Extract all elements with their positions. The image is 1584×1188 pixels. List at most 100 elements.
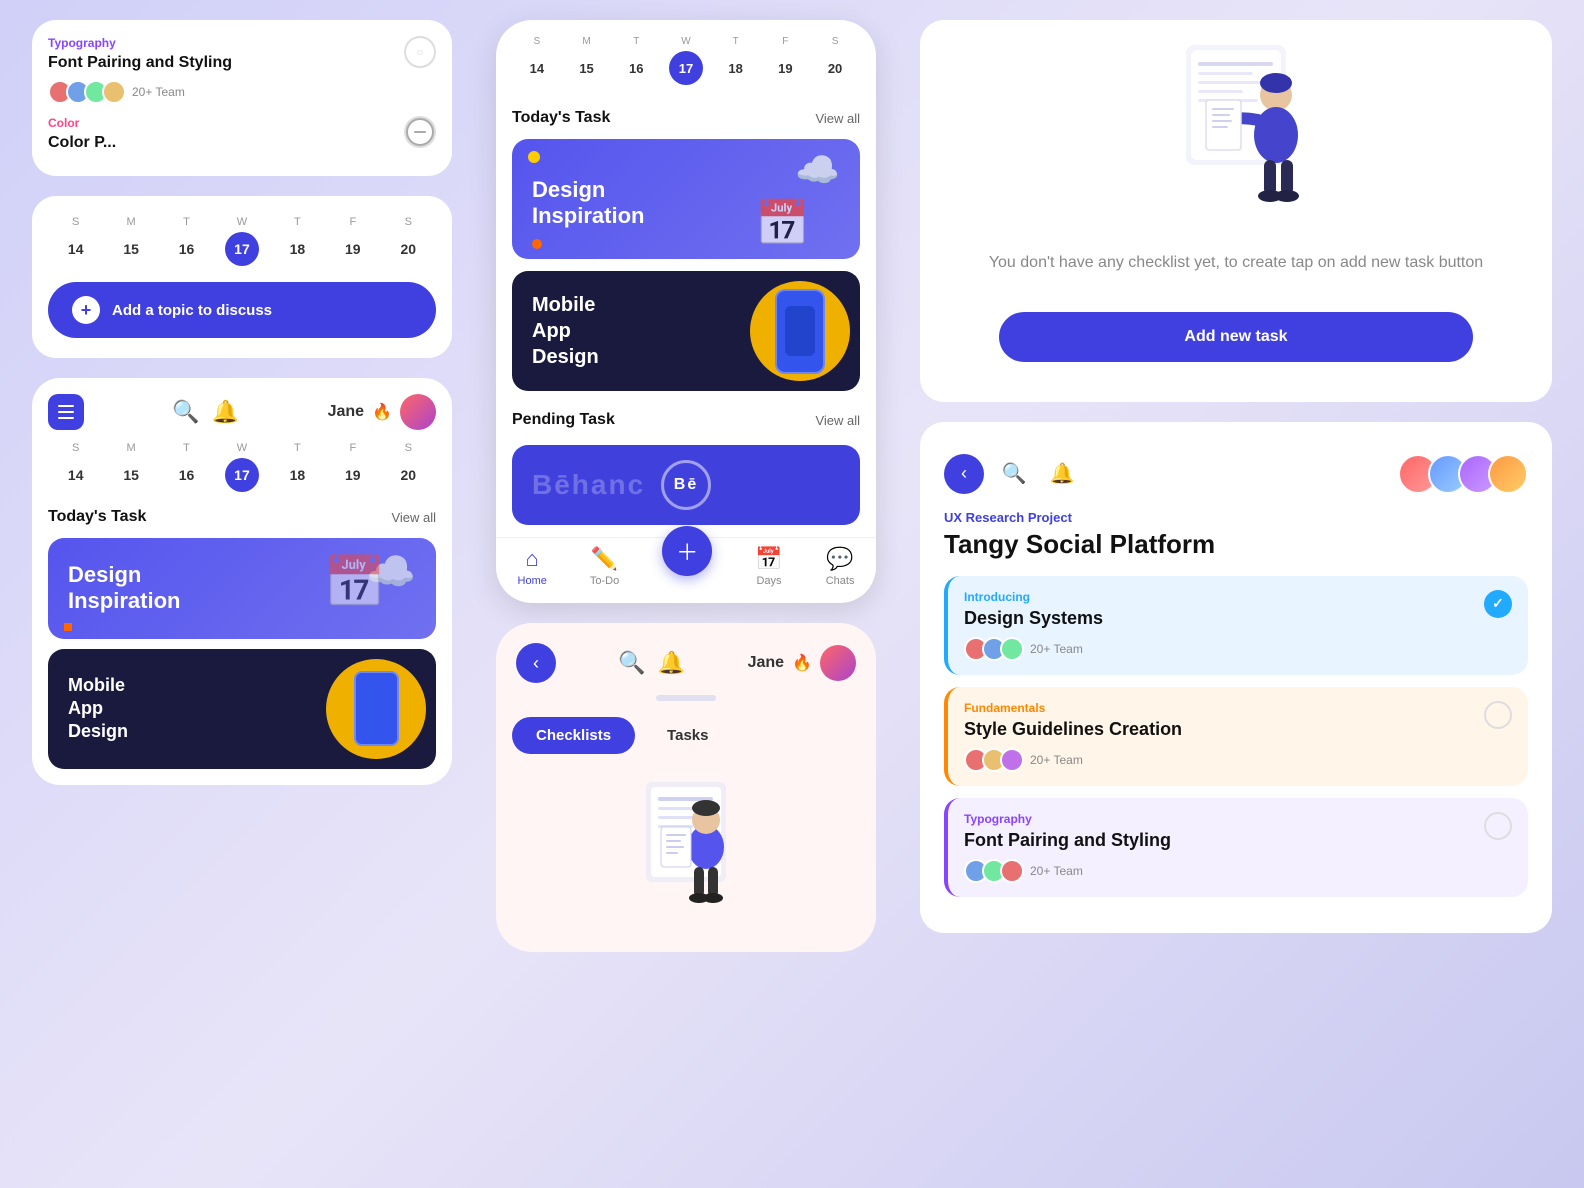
color-task-row: Color Color P...	[48, 116, 436, 160]
add-topic-button[interactable]: + Add a topic to discuss	[48, 282, 436, 338]
introducing-category: Introducing	[964, 590, 1484, 604]
menu-icon-button[interactable]	[48, 394, 84, 430]
avatar	[1000, 637, 1024, 661]
project-detail-card: ‹ 🔍 🔔 UX Research Project Tangy Social P…	[920, 422, 1552, 933]
back-button[interactable]: ‹	[516, 643, 556, 683]
week-day-sun: S 14	[59, 216, 93, 266]
username: Jane	[328, 403, 364, 421]
avatar	[102, 80, 126, 104]
calendar-icon: 📅	[755, 197, 810, 249]
typography-task-item: Typography Font Pairing and Styling 20+ …	[944, 798, 1528, 897]
typography-task-check-button[interactable]: ○	[404, 36, 436, 68]
phone-mobile-app-card: MobileAppDesign	[512, 271, 860, 391]
avatar	[1488, 454, 1528, 494]
project-bell-button[interactable]: 🔔	[1044, 456, 1080, 492]
bell-icon-bottom[interactable]: 🔔	[658, 650, 685, 676]
fundamentals-team-row: 20+ Team	[964, 748, 1484, 772]
behance-pending-card: Bēhanc Bē	[512, 445, 860, 525]
search-icon-bottom[interactable]: 🔍	[618, 650, 645, 676]
color-category-label: Color	[48, 116, 404, 130]
cloud-icon: ☁️	[795, 149, 840, 191]
phone-nav-bar: ⌂ Home ✏️ To-Do ＋ 📅 Days 💬	[496, 537, 876, 603]
days-icon: 📅	[755, 546, 782, 572]
checklists-tab[interactable]: Checklists	[512, 717, 635, 754]
bottom-user-info: Jane 🔥	[748, 645, 856, 681]
phone-view-all[interactable]: View all	[815, 111, 860, 126]
project-nav-row: ‹ 🔍 🔔	[944, 446, 1528, 510]
project-avatars	[1398, 454, 1528, 494]
phone-week-strip-container: S14 M15 T16 W17 T18 F19 S20	[496, 20, 876, 109]
center-plus-button[interactable]: ＋	[662, 526, 712, 576]
bottom-fire-icon: 🔥	[792, 653, 812, 673]
nav-center-plus[interactable]: ＋	[662, 546, 712, 587]
checklist-illustration	[1126, 40, 1346, 220]
user-info: Jane 🔥	[328, 394, 436, 430]
phone-design-inspo-card: DesignInspiration ☁️ 📅	[512, 139, 860, 259]
nav-todo[interactable]: ✏️ To-Do	[590, 546, 619, 587]
add-new-task-button[interactable]: Add new task	[999, 312, 1473, 362]
project-category-label: UX Research Project	[944, 510, 1528, 525]
bottom-username: Jane	[748, 654, 784, 672]
mobile-app-design-card-bottom: MobileAppDesign	[48, 649, 436, 769]
calendar-decoration: 📅	[324, 553, 386, 612]
phone-mobile-title: MobileAppDesign	[532, 292, 599, 370]
typography-item-team-count: 20+ Team	[1030, 864, 1083, 878]
empty-checklist-card: You don't have any checklist yet, to cre…	[920, 20, 1552, 402]
week-day-fri: F 19	[336, 216, 370, 266]
typography-task-title: Font Pairing and Styling	[48, 54, 404, 72]
introducing-team-count: 20+ Team	[1030, 642, 1083, 656]
week-day-sat: S 20	[391, 216, 425, 266]
week-day-mon: M 15	[114, 216, 148, 266]
typography-item-team-row: 20+ Team	[964, 859, 1484, 883]
curve-decoration	[496, 695, 876, 701]
empty-state-text: You don't have any checklist yet, to cre…	[940, 230, 1532, 296]
avatar	[1000, 748, 1024, 772]
nav-home[interactable]: ⌂ Home	[518, 546, 547, 587]
todo-icon: ✏️	[591, 546, 618, 572]
nav-days[interactable]: 📅 Days	[755, 546, 782, 587]
typography-team-row: 20+ Team	[48, 80, 404, 104]
week-strip-top: S 14 M 15 T 16 W 17 T 18	[48, 216, 436, 266]
typography-avatars	[48, 80, 126, 104]
introducing-check-icon[interactable]: ✓	[1484, 590, 1512, 618]
pending-view-all[interactable]: View all	[815, 413, 860, 428]
home-label: Home	[518, 575, 547, 587]
user-avatar	[400, 394, 436, 430]
plus-icon: ＋	[676, 535, 698, 567]
top-illustration-area	[940, 40, 1532, 230]
phone-device-illustration	[775, 289, 825, 374]
orange-dot	[64, 623, 72, 631]
project-back-button[interactable]: ‹	[944, 454, 984, 494]
week-day-wed[interactable]: W 17	[225, 216, 259, 266]
phone-week-strip: S14 M15 T16 W17 T18 F19 S20	[512, 36, 860, 85]
checklist-tabs: Checklists Tasks	[496, 709, 876, 762]
add-topic-label: Add a topic to discuss	[112, 302, 272, 319]
typography-task-category: Typography	[964, 812, 1484, 826]
bottom-phone-card: 🔍 🔔 Jane 🔥 S14 M15 T16 W17 T18 F19 S20	[32, 378, 452, 785]
chats-label: Chats	[826, 575, 855, 587]
nav-chats[interactable]: 💬 Chats	[826, 546, 855, 587]
project-search-button[interactable]: 🔍	[996, 456, 1032, 492]
color-task-check-button[interactable]	[404, 116, 436, 148]
design-inspiration-card-bottom: DesignInspiration ☁️ 📅	[48, 538, 436, 639]
fire-icon: 🔥	[372, 402, 392, 422]
todays-task-view-all[interactable]: View all	[391, 510, 436, 525]
phone-design-inspo-title: DesignInspiration	[532, 177, 644, 230]
fundamentals-check-button[interactable]	[1484, 701, 1512, 729]
mini-phone-header: 🔍 🔔 Jane 🔥	[48, 394, 436, 430]
orange-dot-inspo	[532, 239, 542, 249]
chats-icon: 💬	[826, 546, 853, 572]
fundamentals-category: Fundamentals	[964, 701, 1484, 715]
bell-icon[interactable]: 🔔	[212, 399, 239, 425]
typography-team-count: 20+ Team	[132, 85, 185, 99]
design-inspo-title: DesignInspiration	[68, 562, 180, 615]
typography-check-button[interactable]	[1484, 812, 1512, 840]
introducing-task-title: Design Systems	[964, 608, 1484, 629]
days-label: Days	[756, 575, 781, 587]
tasks-tab[interactable]: Tasks	[643, 717, 732, 754]
typography-task-row: Typography Font Pairing and Styling 20+ …	[48, 36, 436, 104]
search-icon[interactable]: 🔍	[172, 399, 199, 425]
todays-task-section-header: Today's Task View all	[48, 508, 436, 526]
pending-task-label: Pending Task	[512, 411, 615, 429]
introducing-task-item: Introducing Design Systems 20+ Team	[944, 576, 1528, 675]
